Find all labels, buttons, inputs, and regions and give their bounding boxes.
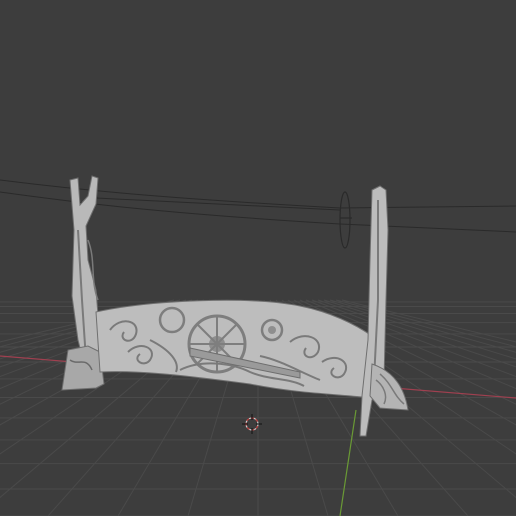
y-axis-line xyxy=(339,409,357,516)
3d-cursor-icon[interactable] xyxy=(242,414,262,434)
guard-ring xyxy=(339,191,352,249)
left-post xyxy=(61,175,105,391)
right-post xyxy=(359,185,409,437)
ornate-panel xyxy=(95,299,373,399)
3d-viewport[interactable] xyxy=(0,0,516,516)
viewport-canvas[interactable] xyxy=(0,0,516,516)
